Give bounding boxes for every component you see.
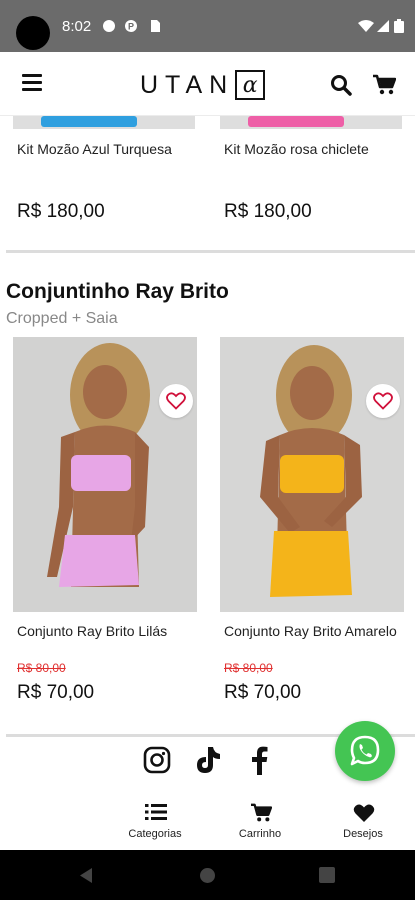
product-name[interactable]: Kit Mozão rosa chiclete bbox=[224, 141, 404, 157]
svg-text:P: P bbox=[128, 22, 134, 32]
product-photo bbox=[13, 116, 195, 129]
status-bar: 8:02 P bbox=[0, 0, 415, 52]
tab-carrinho[interactable]: Carrinho bbox=[210, 793, 310, 850]
home-icon[interactable] bbox=[199, 867, 216, 884]
product-price: R$ 180,00 bbox=[224, 201, 312, 222]
tab-label: Carrinho bbox=[238, 828, 282, 840]
tab-label: Desejos bbox=[343, 828, 383, 840]
system-navigation-bar bbox=[0, 850, 415, 900]
camera-cutout bbox=[16, 16, 50, 50]
product-image[interactable] bbox=[13, 337, 197, 612]
facebook-icon[interactable] bbox=[249, 745, 269, 775]
product-name[interactable]: Kit Mozão Azul Turquesa bbox=[17, 141, 197, 157]
app-header: UTAN α bbox=[0, 52, 415, 116]
battery-icon bbox=[394, 19, 404, 33]
cart-icon[interactable] bbox=[372, 74, 396, 96]
instagram-icon[interactable] bbox=[143, 746, 171, 774]
product-feed[interactable]: Kit Mozão Azul Turquesa Kit Mozão rosa c… bbox=[0, 116, 415, 793]
tab-desejos[interactable]: Desejos bbox=[313, 793, 413, 850]
bottom-tab-bar: Categorias Carrinho Desejos bbox=[0, 793, 415, 850]
notification-dot-icon bbox=[103, 20, 115, 32]
signal-icon bbox=[377, 20, 389, 32]
heart-outline-icon bbox=[373, 392, 393, 410]
product-old-price: R$ 80,00 bbox=[224, 661, 273, 675]
whatsapp-icon bbox=[350, 735, 380, 766]
heart-icon bbox=[353, 804, 375, 822]
product-price: R$ 180,00 bbox=[17, 201, 105, 222]
tab-categorias[interactable]: Categorias bbox=[105, 793, 205, 850]
product-price: R$ 70,00 bbox=[17, 682, 95, 703]
wifi-icon bbox=[358, 20, 374, 32]
product-old-price: R$ 80,00 bbox=[17, 661, 66, 675]
section-title: Conjuntinho Ray Brito bbox=[6, 280, 229, 303]
list-icon bbox=[145, 804, 167, 820]
product-image[interactable] bbox=[220, 337, 404, 612]
whatsapp-button[interactable] bbox=[335, 721, 395, 781]
tab-label: Categorias bbox=[128, 828, 182, 840]
hamburger-menu-icon[interactable] bbox=[22, 74, 42, 92]
wishlist-button[interactable] bbox=[366, 384, 400, 418]
product-image-top-2[interactable] bbox=[220, 116, 402, 129]
brand-logo[interactable]: UTAN α bbox=[140, 69, 266, 101]
wishlist-button[interactable] bbox=[159, 384, 193, 418]
model-photo-yellow bbox=[220, 337, 404, 612]
section-subtitle: Cropped + Saia bbox=[6, 310, 118, 327]
sd-card-icon bbox=[151, 20, 160, 32]
product-price: R$ 70,00 bbox=[224, 682, 302, 703]
search-icon[interactable] bbox=[330, 74, 352, 96]
logo-mark: α bbox=[235, 70, 266, 100]
status-time: 8:02 bbox=[62, 18, 92, 35]
heart-outline-icon bbox=[166, 392, 186, 410]
product-image-top-1[interactable] bbox=[13, 116, 195, 129]
model-photo-lilac bbox=[13, 337, 197, 612]
cart-icon bbox=[251, 803, 272, 822]
section-divider bbox=[6, 250, 415, 253]
app-notification-icon: P bbox=[125, 20, 137, 32]
product-name[interactable]: Conjunto Ray Brito Amarelo bbox=[224, 623, 404, 639]
product-name[interactable]: Conjunto Ray Brito Lilás bbox=[17, 623, 197, 639]
tiktok-icon[interactable] bbox=[194, 745, 222, 775]
logo-text: UTAN bbox=[140, 70, 235, 99]
back-icon[interactable] bbox=[78, 867, 94, 884]
product-photo bbox=[220, 116, 402, 129]
recents-icon[interactable] bbox=[319, 867, 335, 883]
